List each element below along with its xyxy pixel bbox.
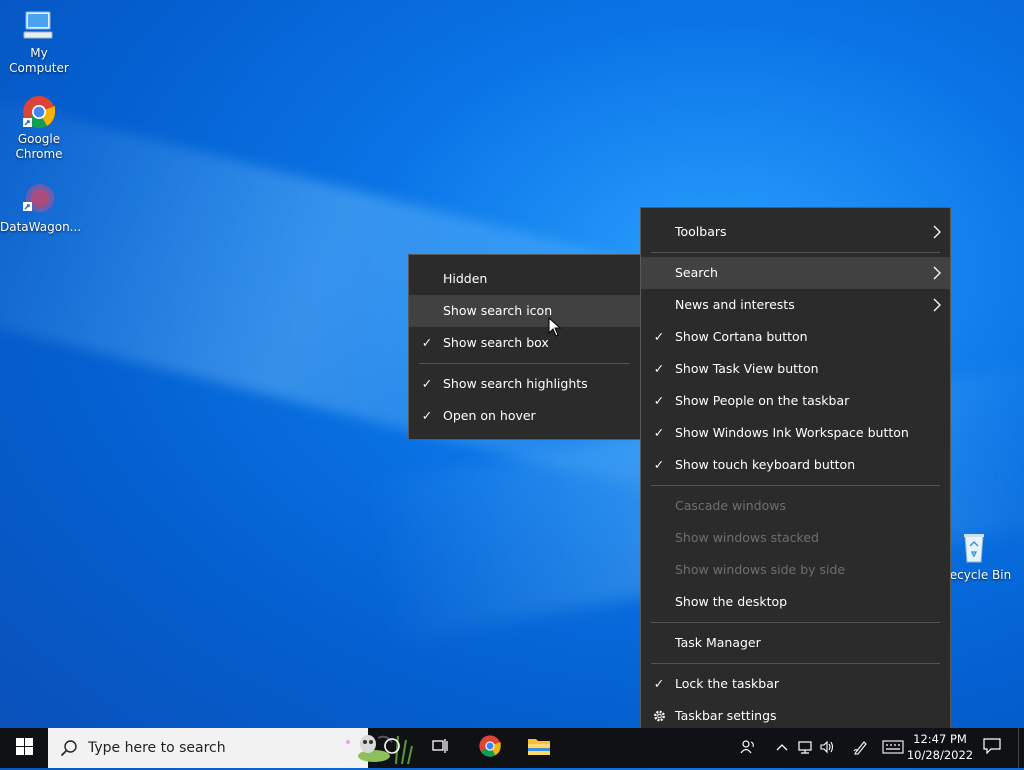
checkmark-icon: ✓ [653,329,665,344]
desktop-icon-label: My Computer [9,46,69,75]
desktop-icon-datawagon[interactable]: DataWagon... [0,182,82,235]
desktop-icon-my-computer[interactable]: My Computer [0,8,78,76]
clock-date: 10/28/2022 [906,748,974,762]
checkmark-icon: ✓ [653,425,665,440]
menu-item-show-ink-workspace[interactable]: ✓ Show Windows Ink Workspace button [641,417,950,449]
menu-item-show-task-view-button[interactable]: ✓ Show Task View button [641,353,950,385]
menu-item-label: Show Cortana button [675,329,808,344]
search-placeholder: Type here to search [88,740,226,756]
menu-item-show-people[interactable]: ✓ Show People on the taskbar [641,385,950,417]
mouse-cursor [548,316,562,341]
menu-item-show-windows-side-by-side: Show windows side by side [641,554,950,586]
menu-item-label: News and interests [675,297,795,312]
desktop-icon-google-chrome[interactable]: Google Chrome [0,94,78,162]
menu-item-show-windows-stacked: Show windows stacked [641,522,950,554]
start-button[interactable] [0,728,48,768]
desktop-icon-label: Recycle Bin [942,568,1012,582]
show-desktop-button[interactable] [1018,728,1024,768]
menu-item-label: Show People on the taskbar [675,393,850,408]
menu-item-label: Show the desktop [675,594,788,609]
windows-logo-icon [15,737,33,759]
menu-item-label: Open on hover [443,408,536,423]
taskbar-clock[interactable]: 12:47 PM 10/28/2022 [906,731,974,763]
people-icon[interactable] [736,739,760,758]
menu-separator [651,252,940,253]
touch-keyboard-icon[interactable] [878,739,908,757]
chrome-icon [21,94,57,130]
menu-separator [651,485,940,486]
checkmark-icon: ✓ [653,457,665,472]
menu-separator [651,622,940,623]
recycle-bin-icon [956,530,992,566]
menu-item-show-touch-keyboard[interactable]: ✓ Show touch keyboard button [641,449,950,481]
action-center-button[interactable] [976,728,1008,768]
cortana-icon [383,737,401,759]
search-submenu: Hidden Show search icon ✓ Show search bo… [408,254,641,440]
menu-item-label: Cascade windows [675,498,786,513]
menu-item-task-manager[interactable]: Task Manager [641,627,950,659]
checkmark-icon: ✓ [421,408,433,423]
taskbar-file-explorer-button[interactable] [518,728,560,768]
menu-item-toolbars[interactable]: Toolbars [641,216,950,248]
notification-icon [983,738,1001,758]
menu-item-label: Task Manager [675,635,761,650]
taskbar-search-box[interactable]: Type here to search [48,728,413,768]
checkmark-icon: ✓ [421,335,433,350]
volume-icon[interactable] [816,739,838,758]
system-tray [736,728,908,768]
menu-item-label: Search [675,265,718,280]
submenu-item-show-search-icon[interactable]: Show search icon [409,295,640,327]
checkmark-icon: ✓ [653,361,665,376]
submenu-item-show-search-highlights[interactable]: ✓ Show search highlights [409,368,640,400]
task-view-button[interactable] [420,728,460,768]
clock-time: 12:47 PM [913,732,967,746]
submenu-item-hidden[interactable]: Hidden [409,263,640,295]
checkmark-icon: ✓ [653,676,665,691]
chevron-right-icon [932,216,942,260]
menu-item-show-the-desktop[interactable]: Show the desktop [641,586,950,618]
datawagon-icon [21,182,57,218]
checkmark-icon: ✓ [653,393,665,408]
network-icon[interactable] [794,739,816,758]
computer-icon [21,8,57,44]
desktop-icon-recycle-bin[interactable]: Recycle Bin [940,530,1024,583]
menu-item-cascade-windows: Cascade windows [641,490,950,522]
file-explorer-icon [527,735,551,761]
menu-item-news-and-interests[interactable]: News and interests [641,289,950,321]
menu-item-label: Show search icon [443,303,553,318]
menu-item-label: Hidden [443,271,488,286]
submenu-item-open-on-hover[interactable]: ✓ Open on hover [409,400,640,432]
taskbar: Type here to search 12:47 PM 10/28/2022 [0,728,1024,768]
menu-separator [651,663,940,664]
desktop-icon-label: DataWagon... [0,220,82,234]
cortana-button[interactable] [372,728,412,768]
menu-item-lock-the-taskbar[interactable]: ✓ Lock the taskbar [641,668,950,700]
task-view-icon [431,737,449,759]
menu-item-label: Show search box [443,335,549,350]
chevron-up-icon[interactable] [770,741,794,755]
menu-item-label: Show Task View button [675,361,819,376]
checkmark-icon: ✓ [421,376,433,391]
menu-item-search[interactable]: Search [641,257,950,289]
chrome-icon [478,734,502,762]
menu-item-label: Show search highlights [443,376,588,391]
submenu-item-show-search-box[interactable]: ✓ Show search box [409,327,640,359]
taskbar-context-menu: Toolbars Search News and interests ✓ Sho… [640,207,951,739]
desktop-icon-label: Google Chrome [15,132,63,161]
menu-item-label: Taskbar settings [675,708,777,723]
taskbar-chrome-button[interactable] [470,728,510,768]
menu-item-label: Show Windows Ink Workspace button [675,425,909,440]
menu-item-label: Show windows side by side [675,562,846,577]
menu-separator [419,363,630,364]
menu-item-label: Show windows stacked [675,530,819,545]
menu-item-label: Toolbars [675,224,727,239]
menu-item-show-cortana-button[interactable]: ✓ Show Cortana button [641,321,950,353]
menu-item-label: Show touch keyboard button [675,457,856,472]
ink-workspace-icon[interactable] [850,739,872,758]
search-icon [60,739,78,761]
menu-item-label: Lock the taskbar [675,676,780,691]
